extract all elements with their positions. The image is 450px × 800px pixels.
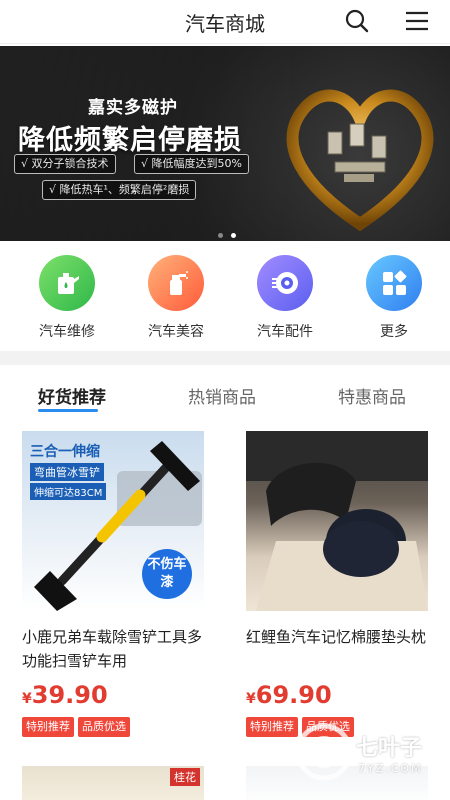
product-image[interactable]: 三合一伸缩 弯曲管冰雪铲 伸缩可达83CM 不伤车漆	[22, 431, 204, 611]
category-label: 汽车美容	[148, 324, 204, 340]
leaf-logo-icon	[295, 723, 353, 781]
tag-badge: 品质优选	[78, 717, 130, 737]
price-value: 69.90	[255, 681, 332, 709]
tab-special-offers[interactable]: 特惠商品	[338, 383, 406, 408]
oil-can-icon	[39, 255, 95, 311]
engine-heart-image	[286, 89, 434, 232]
app-header: 汽车商城	[0, 0, 450, 44]
tire-icon	[257, 255, 313, 311]
tab-hot-sales[interactable]: 热销商品	[188, 383, 256, 408]
category-auto-repair[interactable]: 汽车维修	[27, 255, 107, 341]
category-label: 更多	[380, 324, 408, 340]
product-card[interactable]: 红鲤鱼汽车记忆棉腰垫头枕 ¥69.90 特别推荐 品质优选	[246, 431, 446, 737]
page-title: 汽车商城	[185, 12, 265, 36]
banner-subtitle: 嘉实多磁护	[88, 98, 178, 118]
carousel-dot-active[interactable]	[231, 233, 236, 238]
product-price: ¥39.90	[22, 681, 222, 709]
product-card[interactable]: 三合一伸缩 弯曲管冰雪铲 伸缩可达83CM 不伤车漆 小鹿兄弟车载除雪铲工具多功…	[22, 431, 222, 737]
product-image[interactable]	[246, 431, 428, 611]
product-image-tag: 桂花	[170, 768, 200, 786]
carousel-dot[interactable]	[218, 233, 223, 238]
product-name[interactable]: 小鹿兄弟车载除雪铲工具多功能扫雪铲车用	[22, 625, 212, 673]
product-card-partial[interactable]: 桂花	[22, 766, 204, 800]
tag-badge: 特别推荐	[22, 717, 74, 737]
image-badge: 不伤车漆	[142, 549, 192, 599]
watermark-subtext: 7YZ.COM	[358, 762, 423, 775]
watermark-logo: 七叶子 7YZ.COM	[294, 722, 444, 792]
section-divider	[0, 351, 450, 365]
product-tabs: 好货推荐 热销商品 特惠商品	[0, 365, 450, 421]
carousel-indicator	[218, 223, 244, 241]
active-tab-indicator	[38, 409, 98, 412]
grid-more-icon	[366, 255, 422, 311]
category-nav: 汽车维修 汽车美容 汽车配件 更多	[0, 241, 450, 351]
product-tags: 特别推荐 品质优选	[22, 715, 222, 737]
watermark-text: 七叶子	[356, 736, 423, 761]
category-car-parts[interactable]: 汽车配件	[245, 255, 325, 341]
banner-feature: √ 降低热车¹、频繁启停²磨损	[42, 180, 197, 200]
tab-recommended[interactable]: 好货推荐	[38, 383, 106, 408]
category-label: 汽车维修	[39, 324, 95, 340]
banner-feature: √ 双分子锁合技术	[14, 154, 116, 174]
banner-headline: 降低频繁启停磨损	[18, 125, 242, 156]
price-value: 39.90	[31, 681, 108, 709]
tag-badge: 特别推荐	[246, 717, 298, 737]
spray-bottle-icon	[148, 255, 204, 311]
menu-icon[interactable]	[404, 8, 430, 34]
category-car-beauty[interactable]: 汽车美容	[136, 255, 216, 341]
category-label: 汽车配件	[257, 324, 313, 340]
lumbar-pillow-illustration	[246, 431, 428, 611]
currency-symbol: ¥	[22, 691, 32, 707]
banner-feature: √ 降低幅度达到50%	[134, 154, 249, 174]
product-name[interactable]: 红鲤鱼汽车记忆棉腰垫头枕	[246, 625, 436, 673]
currency-symbol: ¥	[246, 691, 256, 707]
promo-banner[interactable]: 嘉实多磁护 降低频繁启停磨损 √ 双分子锁合技术 √ 降低幅度达到50% √ 降…	[0, 46, 450, 241]
search-icon[interactable]	[344, 8, 370, 34]
category-more[interactable]: 更多	[354, 255, 434, 341]
product-price: ¥69.90	[246, 681, 446, 709]
